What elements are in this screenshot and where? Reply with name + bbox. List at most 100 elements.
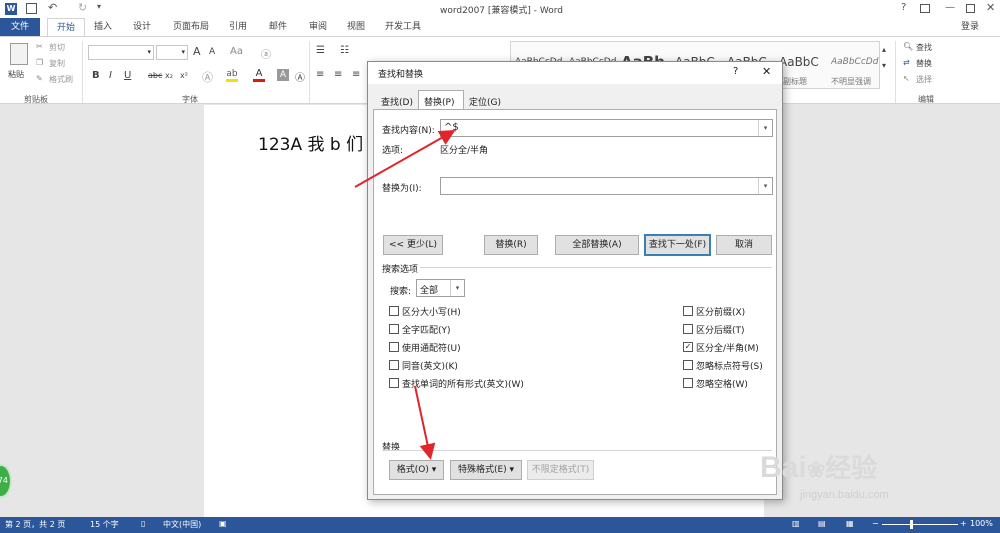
style-subtitle[interactable]: AaBbC [779,50,831,74]
replace-action-button[interactable]: 替换(R) [484,235,538,255]
language-indicator[interactable]: 中文(中国) [163,519,201,530]
bullets-icon[interactable]: ☰ [316,45,325,56]
replace-input[interactable]: ▾ [440,177,773,195]
save-icon[interactable] [26,3,37,14]
format-painter-button[interactable]: 格式刷 [49,74,73,85]
tab-home[interactable]: 开始 [47,18,85,36]
font-name-box[interactable]: ▾ [88,45,154,60]
chevron-down-icon[interactable]: ▾ [450,280,464,296]
zoom-in-icon[interactable]: + [960,519,967,528]
grow-font-icon[interactable]: A [193,45,201,58]
strikethrough-button[interactable]: abc [148,71,162,80]
font-size-box[interactable]: ▾ [156,45,188,60]
proofing-icon[interactable]: ▯ [141,519,145,528]
no-formatting-button[interactable]: 不限定格式(T) [527,460,594,480]
minimize-icon[interactable]: — [945,2,955,13]
tab-insert[interactable]: 插入 [86,18,120,36]
styles-scroll-icon[interactable]: ▾ [882,61,886,70]
macro-icon[interactable]: ▣ [219,519,227,528]
cut-button[interactable]: 剪切 [49,42,65,53]
align-right-icon[interactable]: ≡ [352,69,360,80]
text-effects-icon[interactable]: Ⓐ [202,69,213,85]
highlight-color-icon[interactable]: ab [226,69,238,82]
redo-icon[interactable]: ↻ [78,1,87,14]
paste-icon[interactable] [10,43,28,65]
format-button[interactable]: 格式(O) ▾ [389,460,444,480]
search-direction-select[interactable]: 全部 ▾ [416,279,465,297]
document-text[interactable]: 123A 我 b 们 c [258,130,378,155]
wildcards-checkbox[interactable] [389,342,399,352]
match-case-checkbox[interactable] [389,306,399,316]
shrink-font-icon[interactable]: A [209,47,215,57]
font-color-icon[interactable]: A [253,68,265,82]
tab-file[interactable]: 文件 [0,18,40,36]
cancel-button[interactable]: 取消 [716,235,772,255]
bold-button[interactable]: B [92,70,100,81]
word-forms-checkbox[interactable] [389,378,399,388]
find-next-button[interactable]: 查找下一处(F) [644,234,711,256]
tab-find[interactable]: 查找(D) [381,95,413,108]
find-button[interactable]: 查找 [916,42,932,53]
select-icon[interactable]: ↖ [903,74,910,83]
less-button[interactable]: << 更少(L) [383,235,443,255]
ignore-punct-checkbox[interactable] [683,360,693,370]
read-mode-icon[interactable]: ▥ [792,519,800,528]
subscript-button[interactable]: x₂ [165,71,173,80]
tab-developer[interactable]: 开发工具 [378,18,428,36]
tab-mailings[interactable]: 邮件 [260,18,296,36]
superscript-button[interactable]: x² [180,71,188,80]
tab-review[interactable]: 审阅 [300,18,336,36]
word-count[interactable]: 15 个字 [90,519,119,530]
whole-word-checkbox[interactable] [389,324,399,334]
dialog-close-icon[interactable]: ✕ [762,65,771,78]
sounds-like-checkbox[interactable] [389,360,399,370]
tab-references[interactable]: 引用 [220,18,256,36]
align-center-icon[interactable]: ≡ [334,69,342,80]
match-width-checkbox[interactable]: ✓ [683,342,693,352]
replace-all-button[interactable]: 全部替换(A) [555,235,639,255]
styles-scroll-icon[interactable]: ▴ [882,45,886,54]
page-count[interactable]: 第 2 页，共 2 页 [5,519,65,530]
special-button[interactable]: 特殊格式(E) ▾ [450,460,522,480]
tab-layout[interactable]: 页面布局 [165,18,217,36]
copy-button[interactable]: 复制 [49,58,65,69]
print-layout-icon[interactable]: ▤ [818,519,826,528]
ribbon-display-icon[interactable] [920,4,930,13]
underline-button[interactable]: U [124,70,131,81]
cut-icon[interactable]: ✂ [36,42,43,51]
tab-design[interactable]: 设计 [124,18,160,36]
close-window-icon[interactable]: ✕ [986,1,995,14]
zoom-slider[interactable] [882,524,958,525]
replace-button[interactable]: 替换 [916,58,932,69]
dialog-help-icon[interactable]: ? [733,66,738,77]
ignore-space-checkbox[interactable] [683,378,693,388]
format-painter-icon[interactable]: ✎ [36,74,43,83]
tab-replace[interactable]: 替换(P) [418,90,464,110]
find-icon[interactable]: 🔍︎ [903,42,913,51]
numbering-icon[interactable]: ☷ [340,45,349,56]
copy-icon[interactable]: ❐ [36,58,43,67]
select-button[interactable]: 选择 [916,74,932,85]
italic-button[interactable]: I [109,70,112,81]
change-case-icon[interactable]: Aa [230,46,243,57]
chevron-down-icon[interactable]: ▾ [758,178,772,194]
chevron-down-icon[interactable]: ▾ [758,120,772,136]
customize-qat-icon[interactable]: ▾ [97,2,101,11]
align-left-icon[interactable]: ≡ [316,69,324,80]
enclose-char-icon[interactable]: Ⓐ [295,69,305,84]
web-layout-icon[interactable]: ▦ [846,519,854,528]
help-icon[interactable]: ? [901,2,906,13]
tab-goto[interactable]: 定位(G) [469,95,501,108]
match-prefix-checkbox[interactable] [683,306,693,316]
find-input[interactable]: ^$ ▾ [440,119,773,137]
paste-button[interactable]: 粘贴 [8,69,24,80]
zoom-out-icon[interactable]: − [872,519,879,528]
clear-format-icon[interactable]: ⓐ [261,46,271,61]
tab-view[interactable]: 视图 [338,18,374,36]
style-subtle-emphasis[interactable]: AaBbCcDd [831,50,879,74]
match-suffix-checkbox[interactable] [683,324,693,334]
char-shading-icon[interactable]: A [277,69,289,81]
maximize-icon[interactable] [966,4,975,13]
zoom-level[interactable]: 100% [970,519,993,528]
undo-icon[interactable]: ↶ [48,1,57,14]
